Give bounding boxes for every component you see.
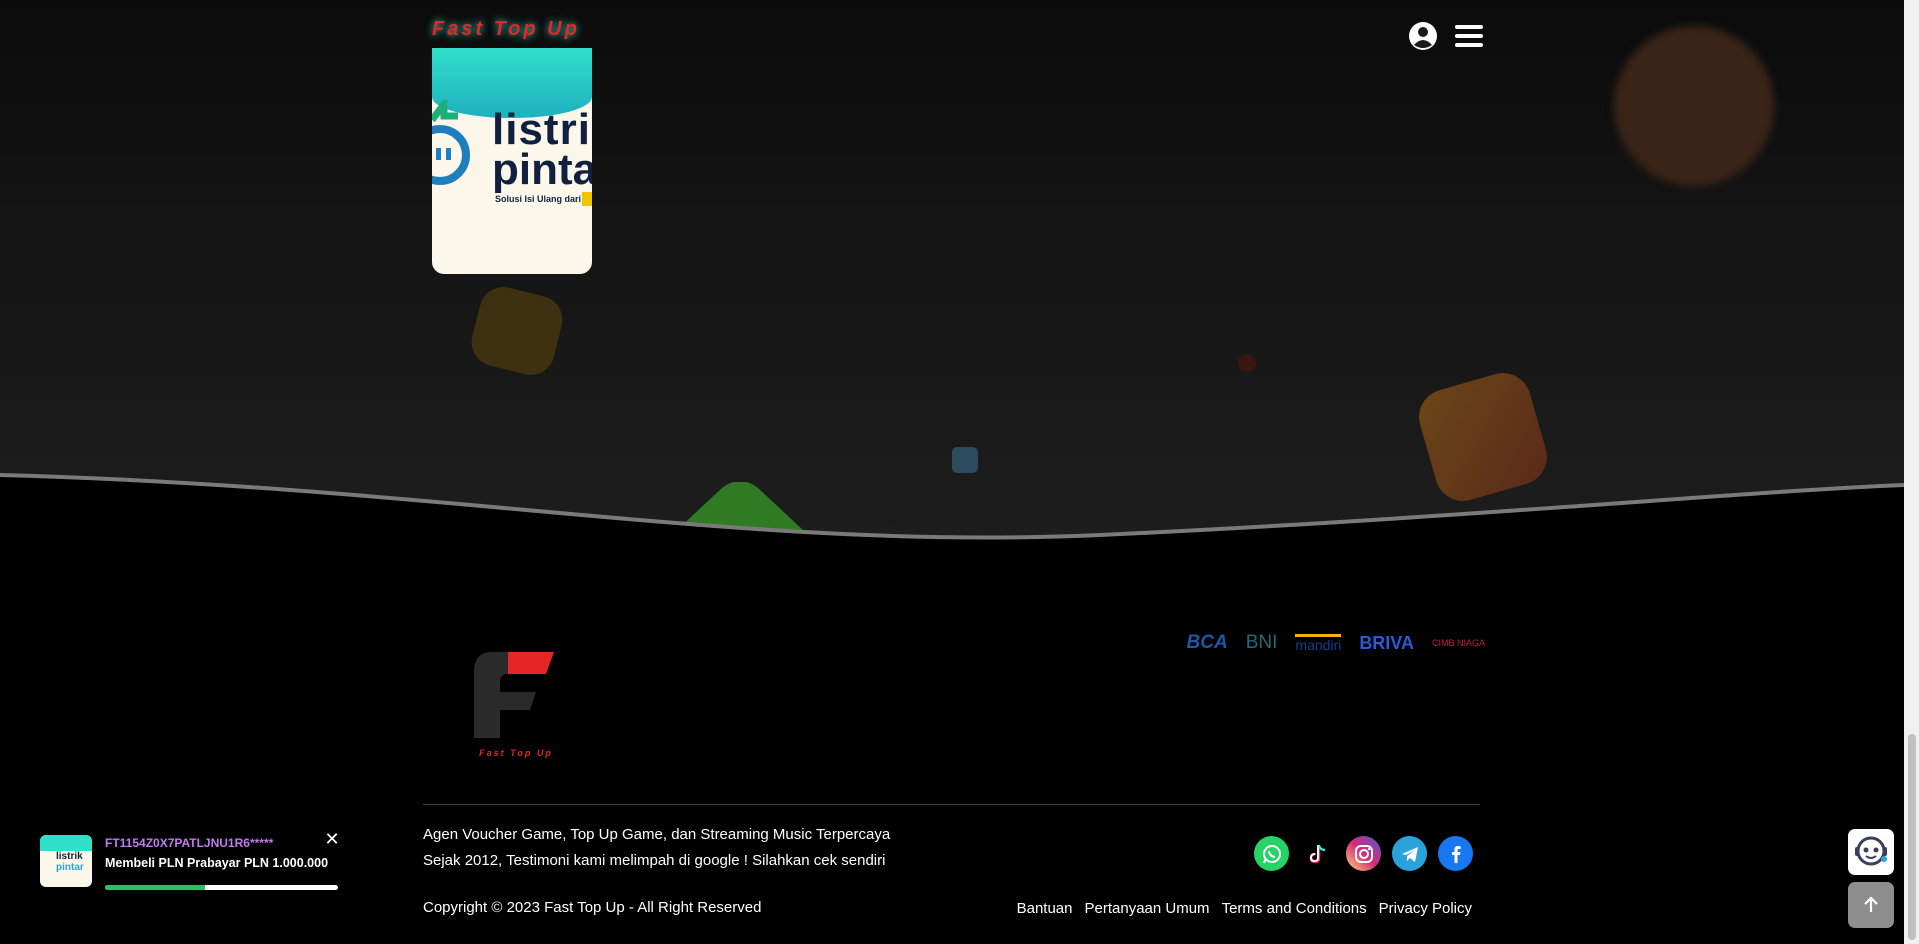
brand-logo[interactable]: Fast Top Up (432, 18, 580, 41)
bank-briva-logo: BRIVA (1359, 632, 1414, 653)
toast-order-id: FT1154Z0X7PATLJNU1R6***** (105, 836, 274, 850)
bank-bca-logo: BCA (1186, 632, 1228, 653)
thumb-banner (40, 835, 92, 851)
toast-progress-fill (105, 885, 206, 890)
hero-background (0, 0, 1904, 540)
instagram-icon[interactable] (1346, 836, 1381, 871)
bank-bni-logo: BNI (1245, 632, 1278, 653)
link-bantuan[interactable]: Bantuan (1017, 900, 1073, 917)
bank-cimb-logo: CIMB NIAGA (1431, 638, 1485, 648)
hamburger-menu-icon[interactable] (1453, 20, 1485, 52)
hero-wave-divider (0, 473, 1904, 540)
footer-description: Agen Voucher Game, Top Up Game, dan Stre… (423, 822, 963, 874)
toast-message: Membeli PLN Prabayar PLN 1.000.000 (105, 856, 329, 870)
link-privacy-policy[interactable]: Privacy Policy (1379, 900, 1472, 917)
description-line-2: Sejak 2012, Testimoni kami melimpah di g… (423, 852, 886, 869)
toast-product-thumbnail: listrik pintar (40, 835, 92, 887)
footer-brand-logo[interactable]: Fast Top Up (462, 648, 562, 760)
header-actions (1407, 20, 1485, 52)
scrollbar-thumb[interactable] (1908, 734, 1916, 940)
user-account-icon[interactable] (1407, 20, 1439, 52)
bank-mandiri-logo: mandiri (1295, 633, 1342, 653)
thumb-title-line2: pintar (56, 862, 84, 873)
footer-divider (423, 804, 1480, 805)
decor-red-dot (1238, 354, 1256, 372)
card-tagline: Solusi Isi Ulang dari (495, 194, 582, 204)
decor-yellow-shape (466, 282, 568, 380)
power-plug-icon (432, 100, 470, 185)
toast-progress-bar (105, 885, 338, 890)
pln-logo (582, 192, 592, 206)
chatbot-icon[interactable] (1848, 829, 1894, 875)
back-to-top-button[interactable] (1848, 882, 1894, 928)
close-icon[interactable]: ✕ (323, 830, 341, 848)
tiktok-icon[interactable] (1300, 836, 1335, 871)
link-pertanyaan-umum[interactable]: Pertanyaan Umum (1085, 900, 1210, 917)
decor-orange-blob (1614, 26, 1774, 186)
purchase-notification-toast: listrik pintar FT1154Z0X7PATLJNU1R6*****… (40, 830, 340, 896)
telegram-icon[interactable] (1392, 836, 1427, 871)
whatsapp-icon[interactable] (1254, 836, 1289, 871)
facebook-icon[interactable] (1438, 836, 1473, 871)
page-scrollbar[interactable] (1904, 0, 1919, 944)
footer-links: Bantuan Pertanyaan Umum Terms and Condit… (1017, 900, 1472, 917)
link-terms-and-conditions[interactable]: Terms and Conditions (1222, 900, 1367, 917)
f-logo-icon (474, 652, 554, 738)
payment-banks: BCA BNI mandiri BRIVA CIMB NIAGA (1187, 632, 1485, 654)
social-links (1254, 836, 1473, 871)
footer-brand-text: Fast Top Up (479, 748, 553, 758)
arrow-up-icon (1864, 896, 1878, 912)
copyright-text: Copyright © 2023 Fast Top Up - All Right… (423, 899, 762, 916)
thumb-title-line1: listrik (56, 851, 83, 862)
product-card-listrik-pintar[interactable]: listri pinta Solusi Isi Ulang dari (432, 48, 592, 274)
description-line-1: Agen Voucher Game, Top Up Game, dan Stre… (423, 826, 891, 843)
card-title-line2: pinta (492, 145, 592, 194)
